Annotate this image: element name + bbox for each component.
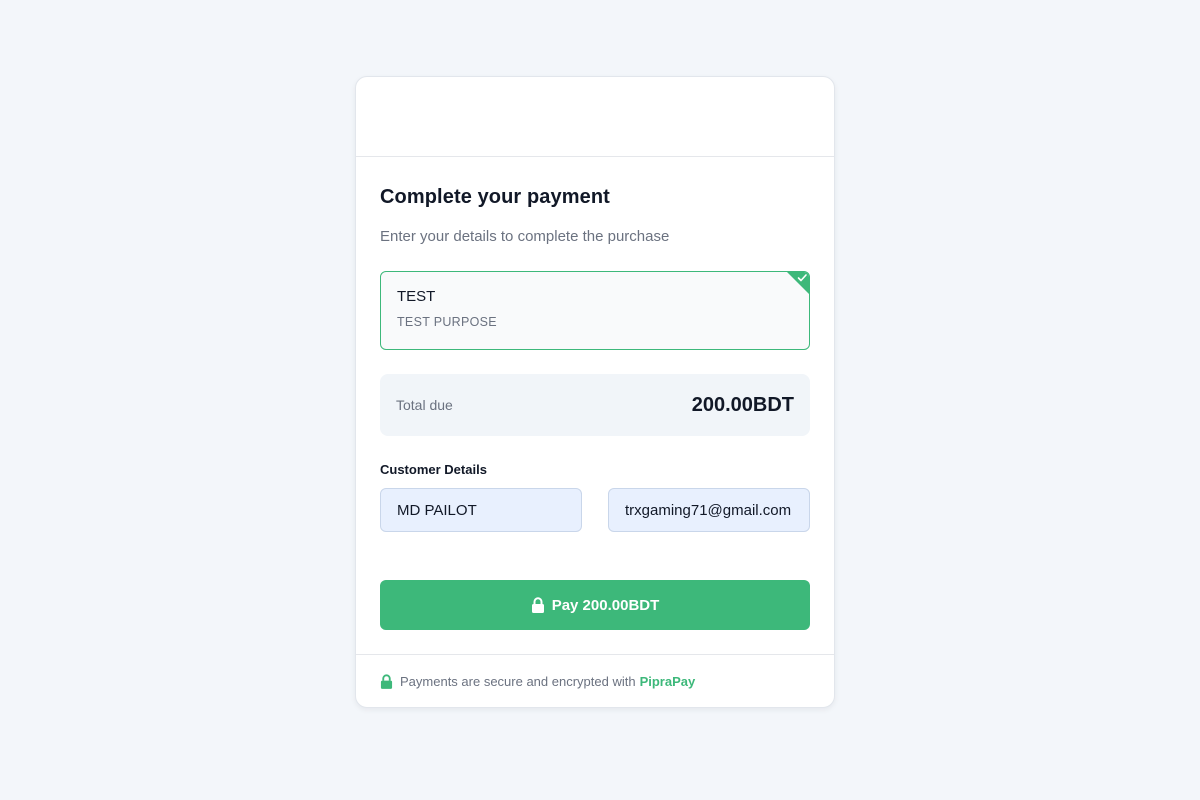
product-option[interactable]: TEST TEST PURPOSE [380, 271, 810, 350]
total-due-label: Total due [396, 397, 453, 413]
security-note: Payments are secure and encrypted with [400, 673, 636, 689]
selected-check-icon [787, 272, 809, 294]
total-due-amount: 200.00BDT [691, 393, 794, 416]
customer-details-label: Customer Details [380, 462, 487, 477]
pay-button-label: Pay 200.00BDT [551, 596, 660, 614]
customer-fields [380, 488, 810, 532]
card-footer: Payments are secure and encrypted with P… [356, 654, 834, 707]
card-header [356, 77, 834, 157]
card-body: Complete your payment Enter your details… [356, 157, 834, 630]
page-subtitle: Enter your details to complete the purch… [380, 228, 670, 245]
total-due-box: Total due 200.00BDT [380, 374, 810, 436]
page-title: Complete your payment [380, 186, 610, 208]
lock-icon [380, 673, 393, 689]
product-description: TEST PURPOSE [397, 315, 497, 329]
lock-icon [531, 597, 544, 613]
customer-email-input[interactable] [608, 488, 810, 532]
product-name: TEST [397, 288, 436, 305]
brand-link[interactable]: PipraPay [640, 674, 696, 689]
customer-name-input[interactable] [380, 488, 582, 532]
payment-card: Complete your payment Enter your details… [355, 76, 835, 708]
pay-button[interactable]: Pay 200.00BDT [380, 580, 810, 630]
